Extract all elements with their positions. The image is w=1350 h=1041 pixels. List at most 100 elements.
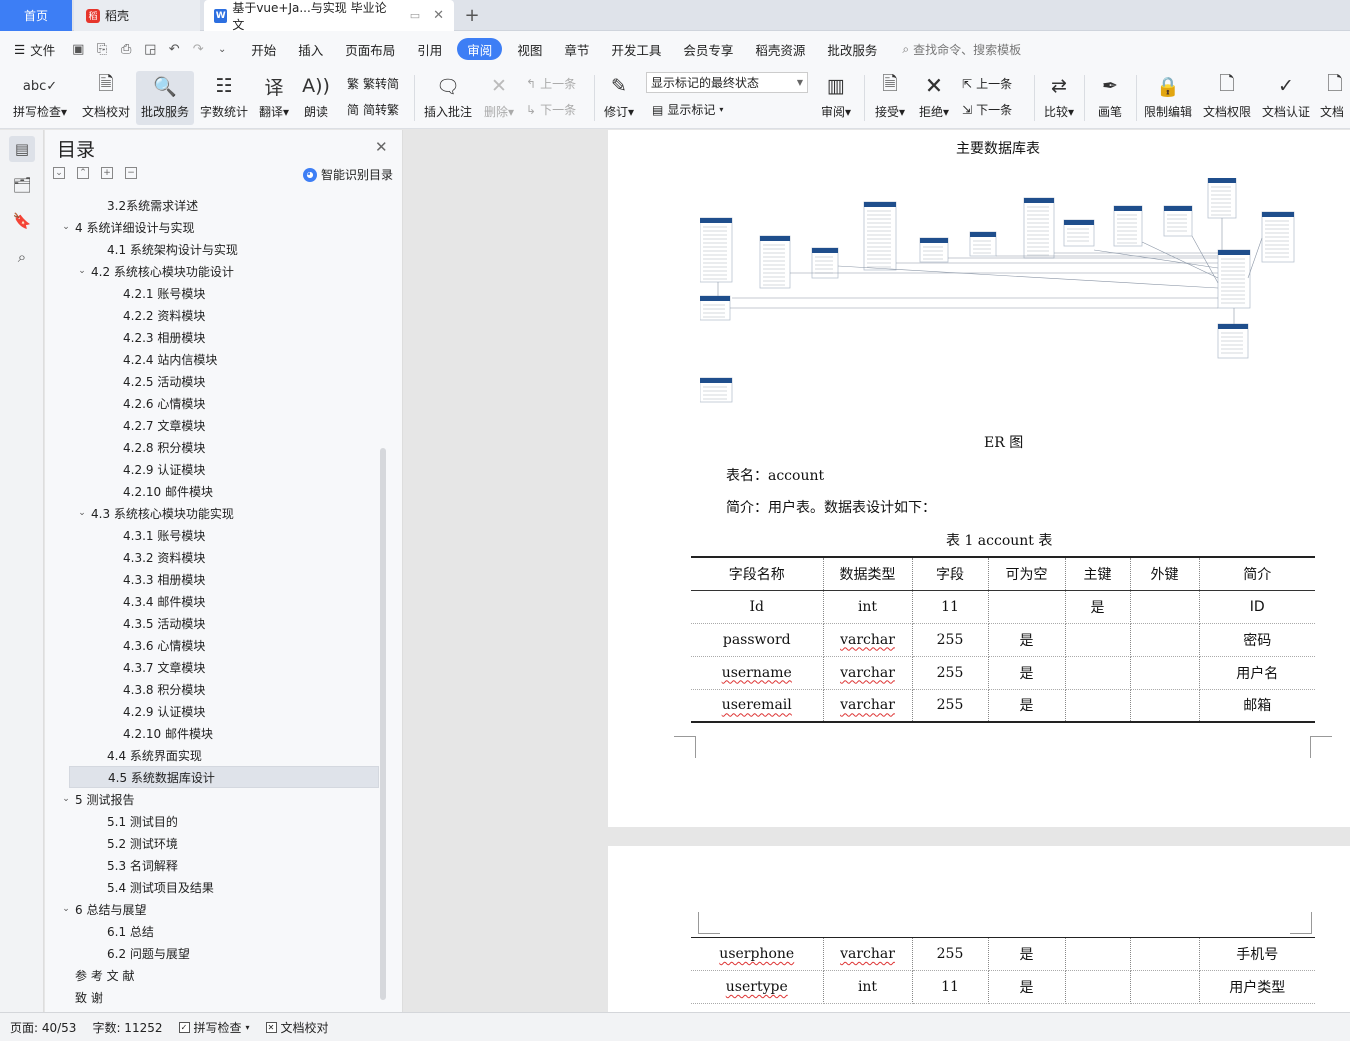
toc-scrollbar[interactable]	[380, 448, 386, 1000]
close-icon[interactable]: ✕	[375, 138, 388, 156]
toc-item[interactable]: ⌄ 5 测试报告	[45, 788, 378, 810]
pin-icon[interactable]: ▭	[410, 9, 420, 22]
chevron-down-icon[interactable]: ⌄	[59, 904, 73, 914]
print-preview-icon[interactable]: ◲	[138, 38, 162, 60]
review-pane-button[interactable]: ▥ 审阅▾	[816, 71, 856, 125]
customize-icon[interactable]: ⌄	[210, 38, 234, 60]
tab-document[interactable]: W 基于vue+Ja...与实现 毕业论文 ▭ ✕	[204, 0, 454, 32]
toc-item[interactable]: 参 考 文 献	[45, 964, 378, 986]
toc-item[interactable]: 5.4 测试项目及结果	[45, 876, 378, 898]
word-count-button[interactable]: ☷ 字数统计	[198, 71, 250, 125]
toc-item[interactable]: 4.1 系统架构设计与实现	[45, 238, 378, 260]
menu-item[interactable]: 引用	[406, 38, 453, 60]
toc-item[interactable]: 4.2.4 站内信模块	[45, 348, 378, 370]
toc-item[interactable]: 4.5 系统数据库设计	[69, 766, 379, 788]
chevron-down-icon[interactable]: ⌄	[59, 794, 73, 804]
read-aloud-button[interactable]: A)) 朗读	[298, 71, 334, 125]
toc-item[interactable]: 4.2.5 活动模块	[45, 370, 378, 392]
bookmark-icon[interactable]: 🔖	[9, 208, 35, 234]
find-icon[interactable]: ⌕	[9, 244, 35, 270]
tab-home[interactable]: 首页	[0, 0, 72, 31]
smart-toc-button[interactable]: ◕ 智能识别目录	[303, 166, 393, 183]
prev-comment-button[interactable]: ↰ 上一条	[526, 75, 576, 92]
toc-item[interactable]: 4.4 系统界面实现	[45, 744, 378, 766]
pen-button[interactable]: ✒ 画笔	[1090, 71, 1130, 125]
chevron-down-icon[interactable]: ⌄	[75, 508, 89, 518]
show-markup-button[interactable]: ▤ 显示标记 ▾	[652, 101, 723, 118]
next-change-button[interactable]: ⇲ 下一条	[962, 101, 1012, 118]
toc-item[interactable]: 致 谢	[45, 986, 378, 1008]
export-icon[interactable]: ⎘	[90, 38, 114, 60]
toc-item[interactable]: 4.2.2 资料模块	[45, 304, 378, 326]
chevron-down-icon[interactable]: ⌄	[59, 222, 73, 232]
markup-status-select[interactable]: 显示标记的最终状态 ▼	[646, 72, 808, 93]
revise-button[interactable]: ✎ 修订▾	[600, 71, 638, 125]
collapse-all-icon[interactable]: ⌃	[77, 167, 89, 179]
toc-item[interactable]: 4.3.3 相册模块	[45, 568, 378, 590]
toc-item[interactable]: 4.3.1 账号模块	[45, 524, 378, 546]
restrict-edit-button[interactable]: 🔒 限制编辑	[1140, 71, 1196, 125]
doc-permission-button[interactable]: 🗋 文档权限	[1200, 71, 1254, 125]
spell-check-button[interactable]: abc✓ 拼写检查▾	[8, 71, 72, 125]
toc-item[interactable]: 4.2.8 积分模块	[45, 436, 378, 458]
toc-item[interactable]: ⌄ 4.3 系统核心模块功能实现	[45, 502, 378, 524]
accept-button[interactable]: 🗎 接受▾	[870, 71, 910, 125]
toc-item[interactable]: 4.2.3 相册模块	[45, 326, 378, 348]
file-menu[interactable]: ☰ 文件	[0, 38, 66, 60]
delete-comment-button[interactable]: ✕ 删除▾	[480, 71, 518, 125]
new-tab-button[interactable]: +	[460, 0, 484, 31]
prev-change-button[interactable]: ⇱ 上一条	[962, 75, 1012, 92]
toc-item[interactable]: ⌄ 6 总结与展望	[45, 898, 378, 920]
toc-item[interactable]: 4.2.9 认证模块	[45, 458, 378, 480]
menu-item[interactable]: 批改服务	[816, 38, 888, 60]
toc-item[interactable]: 4.2.1 账号模块	[45, 282, 378, 304]
menu-item[interactable]: 开发工具	[600, 38, 672, 60]
toc-item[interactable]: 4.3.8 积分模块	[45, 678, 378, 700]
toc-item[interactable]: 4.2.6 心情模块	[45, 392, 378, 414]
toc-item[interactable]: 4.2.10 邮件模块	[45, 480, 378, 502]
expand-all-icon[interactable]: ⌄	[53, 167, 65, 179]
chapter-nav-icon[interactable]: 🗂	[9, 172, 35, 198]
print-icon[interactable]: ⎙	[114, 38, 138, 60]
toc-item[interactable]: 4.3.6 心情模块	[45, 634, 378, 656]
toc-item[interactable]: 4.3.7 文章模块	[45, 656, 378, 678]
menu-item[interactable]: 章节	[553, 38, 600, 60]
command-search[interactable]: ⌕ 查找命令、搜索模板	[902, 41, 1021, 58]
translate-button[interactable]: 译翻译▾	[254, 71, 294, 125]
page-indicator[interactable]: 页面: 40/53	[0, 1019, 84, 1036]
next-comment-button[interactable]: ↳ 下一条	[526, 101, 576, 118]
toc-item[interactable]: 4.3.2 资料模块	[45, 546, 378, 568]
doc-certify-button[interactable]: ✓ 文档认证	[1258, 71, 1314, 125]
toc-item[interactable]: 5.3 名词解释	[45, 854, 378, 876]
proofread-button[interactable]: 🗎 文档校对	[78, 71, 134, 125]
toc-item[interactable]: 3.2系统需求详述	[45, 194, 378, 216]
undo-icon[interactable]: ↶	[162, 38, 186, 60]
t2s-button[interactable]: 繁繁转简	[347, 75, 399, 92]
menu-item[interactable]: 审阅	[457, 38, 503, 60]
proofread-status[interactable]: ✕ 文档校对	[258, 1019, 337, 1036]
compare-button[interactable]: ⇄ 比较▾	[1040, 71, 1078, 125]
toc-item[interactable]: ⌄ 4.2 系统核心模块功能设计	[45, 260, 378, 282]
toc-item[interactable]: 4.3.4 邮件模块	[45, 590, 378, 612]
close-tab-icon[interactable]: ✕	[433, 8, 444, 23]
s2t-button[interactable]: 简简转繁	[347, 101, 399, 118]
save-icon[interactable]: ▣	[66, 38, 90, 60]
insert-comment-button[interactable]: 🗨 插入批注	[420, 71, 476, 125]
toc-view-icon[interactable]: ▤	[9, 136, 35, 162]
tab-daoke[interactable]: 稻稻壳	[74, 0, 200, 31]
toc-item[interactable]: 6.1 总结	[45, 920, 378, 942]
redo-icon[interactable]: ↷	[186, 38, 210, 60]
toc-item[interactable]: 5.1 测试目的	[45, 810, 378, 832]
add-level-icon[interactable]: +	[101, 167, 113, 179]
toc-item[interactable]: ⌄ 4 系统详细设计与实现	[45, 216, 378, 238]
menu-item[interactable]: 视图	[506, 38, 553, 60]
menu-item[interactable]: 插入	[287, 38, 334, 60]
spell-check-status[interactable]: ✓ 拼写检查 ▾	[171, 1019, 258, 1036]
remove-level-icon[interactable]: −	[125, 167, 137, 179]
toc-item[interactable]: 4.3.5 活动模块	[45, 612, 378, 634]
menu-item[interactable]: 会员专享	[672, 38, 744, 60]
toc-item[interactable]: 5.2 测试环境	[45, 832, 378, 854]
word-count-indicator[interactable]: 字数: 11252	[84, 1019, 170, 1036]
toc-item[interactable]: 4.2.7 文章模块	[45, 414, 378, 436]
menu-item[interactable]: 开始	[240, 38, 287, 60]
